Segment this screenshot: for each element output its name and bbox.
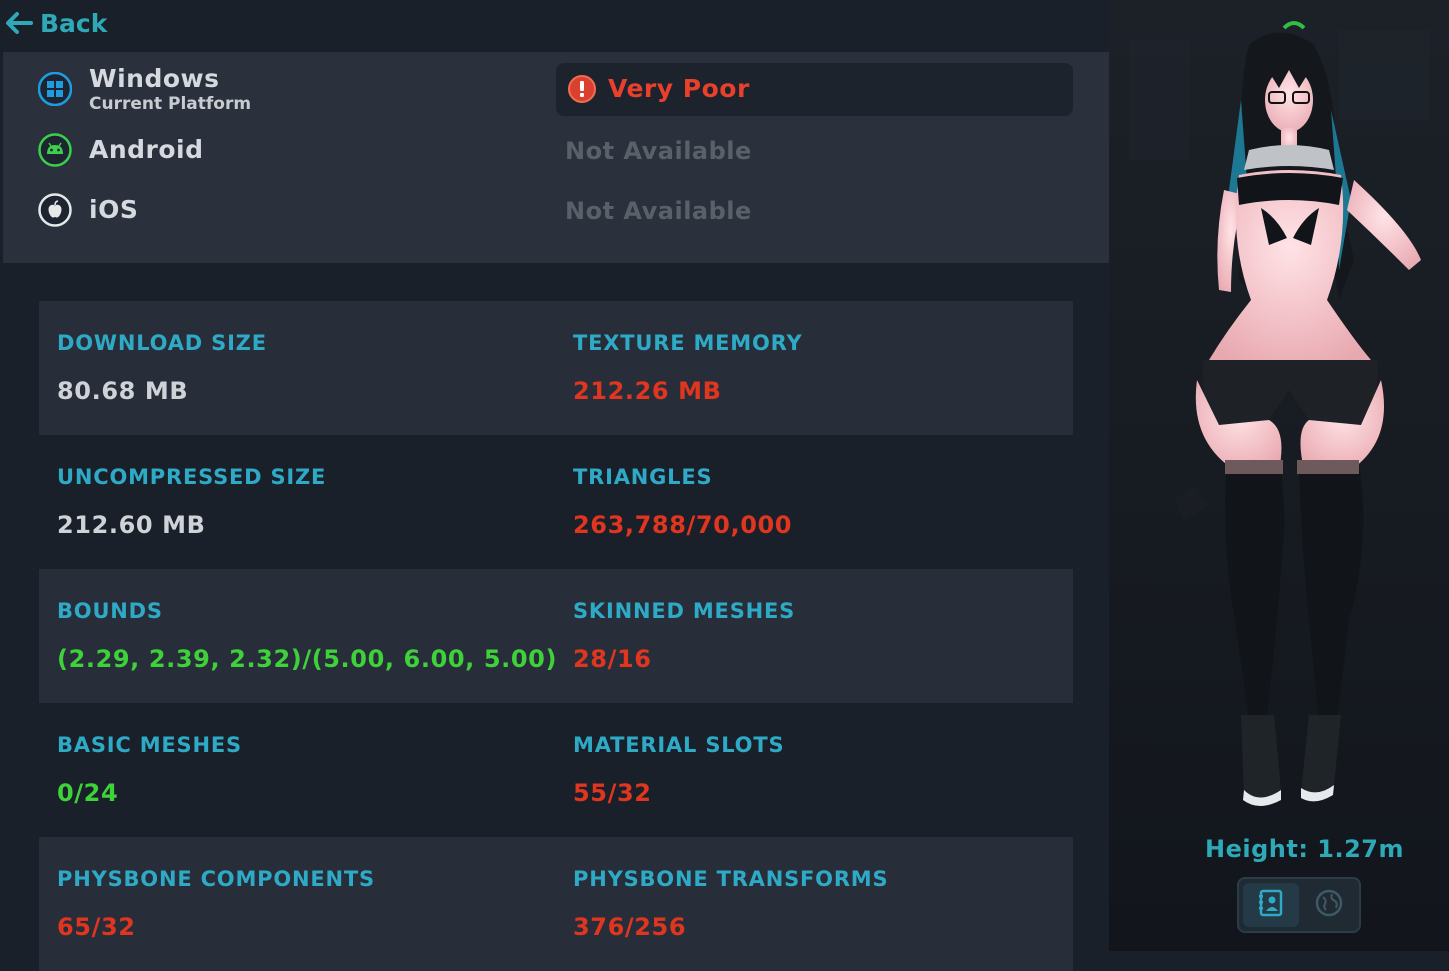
stat-label: MATERIAL SLOTS [573,733,785,757]
platform-row-android[interactable]: Android Not Available [3,124,1109,180]
stat-row: BASIC MESHES 0/24 MATERIAL SLOTS 55/32 [39,703,1073,837]
platform-row-windows[interactable]: Windows Current Platform Very Poor [3,58,1109,116]
platform-name-android: Android [89,135,204,164]
avatar-details-toggle[interactable] [1243,883,1299,927]
platform-rating-android: Not Available [565,137,752,165]
stat-value: 80.68 MB [57,377,189,405]
stat-value: 212.60 MB [57,511,206,539]
stat-label: TRIANGLES [573,465,713,489]
world-view-toggle[interactable] [1301,883,1357,927]
world-globe-icon [1314,888,1344,922]
stat-value: 0/24 [57,779,119,807]
stat-label: UNCOMPRESSED SIZE [57,465,327,489]
back-button[interactable]: Back [4,6,107,40]
back-label: Back [40,8,108,38]
apple-icon [38,193,72,227]
stat-value: (2.29, 2.39, 2.32)/(5.00, 6.00, 5.00) [57,645,558,673]
stat-label: BASIC MESHES [57,733,242,757]
avatar-figure [1109,0,1449,951]
stat-value: 28/16 [573,645,652,673]
stat-row: UNCOMPRESSED SIZE 212.60 MB TRIANGLES 26… [39,435,1073,569]
stat-label: PHYSBONE COMPONENTS [57,867,375,891]
stat-label: DOWNLOAD SIZE [57,331,267,355]
platform-rating-ios: Not Available [565,197,752,225]
stat-value: 55/32 [573,779,652,807]
avatar-details-icon [1256,888,1286,922]
windows-icon [38,72,72,106]
stat-label: SKINNED MESHES [573,599,796,623]
stat-row: BOUNDS (2.29, 2.39, 2.32)/(5.00, 6.00, 5… [39,569,1073,703]
stat-row: DOWNLOAD SIZE 80.68 MB TEXTURE MEMORY 21… [39,301,1073,435]
stat-label: BOUNDS [57,599,163,623]
stat-label: TEXTURE MEMORY [573,331,803,355]
arrow-left-icon [4,11,34,35]
stat-value: 263,788/70,000 [573,511,793,539]
avatar-preview[interactable] [1109,0,1449,951]
platform-panel: Windows Current Platform Very Poor Andro… [3,52,1109,263]
platform-name-ios: iOS [89,195,139,224]
stat-value: 65/32 [57,913,136,941]
android-icon [38,133,72,167]
alert-icon [568,75,596,103]
avatar-height-label: Height: 1.27m [1205,835,1405,863]
stat-value: 212.26 MB [573,377,722,405]
stat-value: 376/256 [573,913,687,941]
platform-current-label: Current Platform [89,94,252,114]
performance-rating-badge: Very Poor [556,63,1073,116]
rating-text: Very Poor [608,74,750,103]
stat-label: PHYSBONE TRANSFORMS [573,867,889,891]
performance-stats-grid: DOWNLOAD SIZE 80.68 MB TEXTURE MEMORY 21… [39,301,1073,971]
platform-name-windows: Windows [89,64,220,93]
view-toggle-group [1237,877,1361,933]
platform-row-ios[interactable]: iOS Not Available [3,184,1109,240]
